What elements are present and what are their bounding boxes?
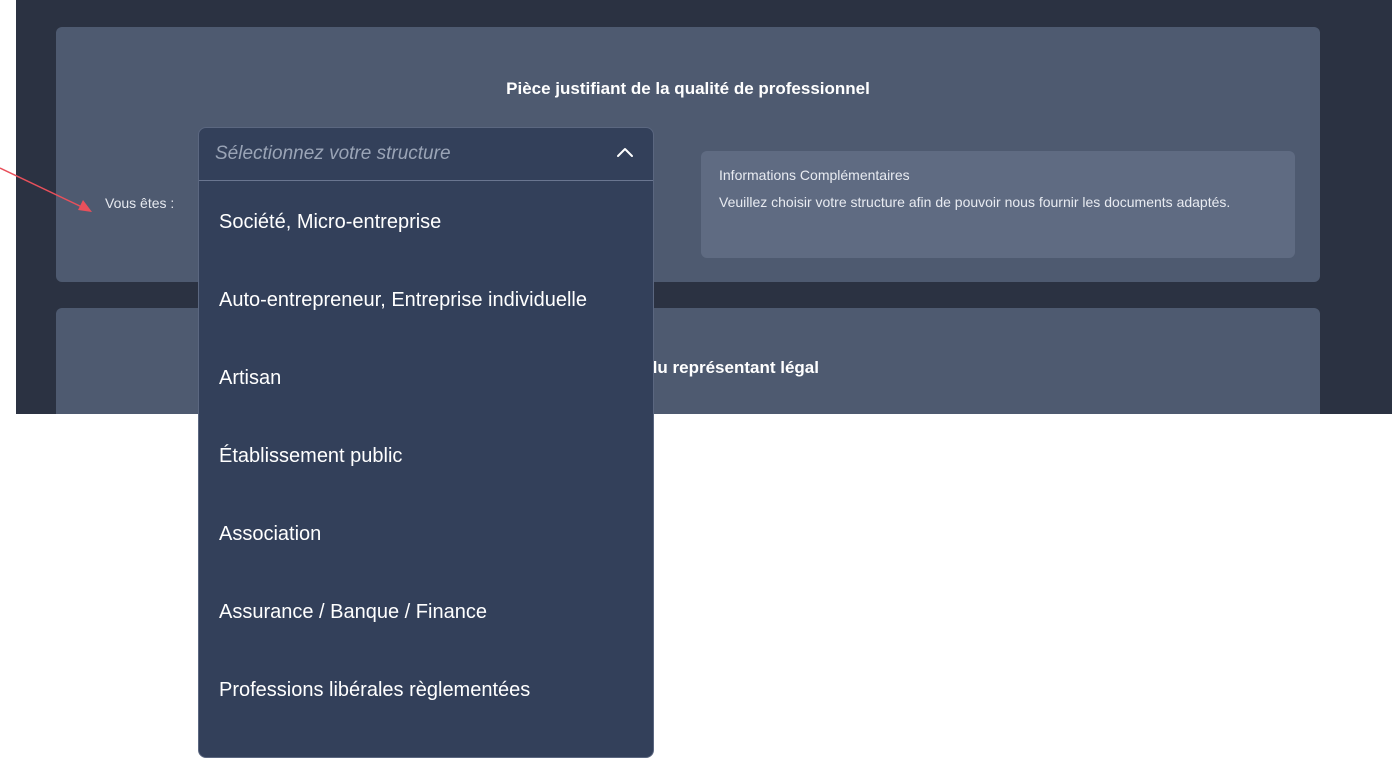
dropdown-option-etablissement-public[interactable]: Établissement public bbox=[199, 417, 653, 495]
structure-field-label: Vous êtes : bbox=[105, 195, 175, 211]
section-title: Pièce justifiant de la qualité de profes… bbox=[506, 79, 870, 98]
structure-dropdown[interactable]: Sélectionnez votre structure Société, Mi… bbox=[198, 127, 654, 758]
dropdown-option-professions-liberales[interactable]: Professions libérales règlementées bbox=[199, 651, 653, 729]
info-text: Veuillez choisir votre structure afin de… bbox=[719, 194, 1231, 210]
dropdown-option-association[interactable]: Association bbox=[199, 495, 653, 573]
info-title: Informations Complémentaires bbox=[719, 167, 910, 183]
dropdown-placeholder: Sélectionnez votre structure bbox=[215, 143, 451, 164]
dropdown-toggle[interactable]: Sélectionnez votre structure bbox=[199, 128, 653, 181]
chevron-up-icon[interactable] bbox=[615, 143, 635, 163]
dropdown-options: Société, Micro-entreprise Auto-entrepren… bbox=[199, 183, 653, 729]
dropdown-option-auto-entrepreneur[interactable]: Auto-entrepreneur, Entreprise individuel… bbox=[199, 261, 653, 339]
dropdown-option-societe[interactable]: Société, Micro-entreprise bbox=[199, 183, 653, 261]
dropdown-option-assurance[interactable]: Assurance / Banque / Finance bbox=[199, 573, 653, 651]
info-box: Informations Complémentaires Veuillez ch… bbox=[701, 151, 1295, 258]
dropdown-option-artisan[interactable]: Artisan bbox=[199, 339, 653, 417]
